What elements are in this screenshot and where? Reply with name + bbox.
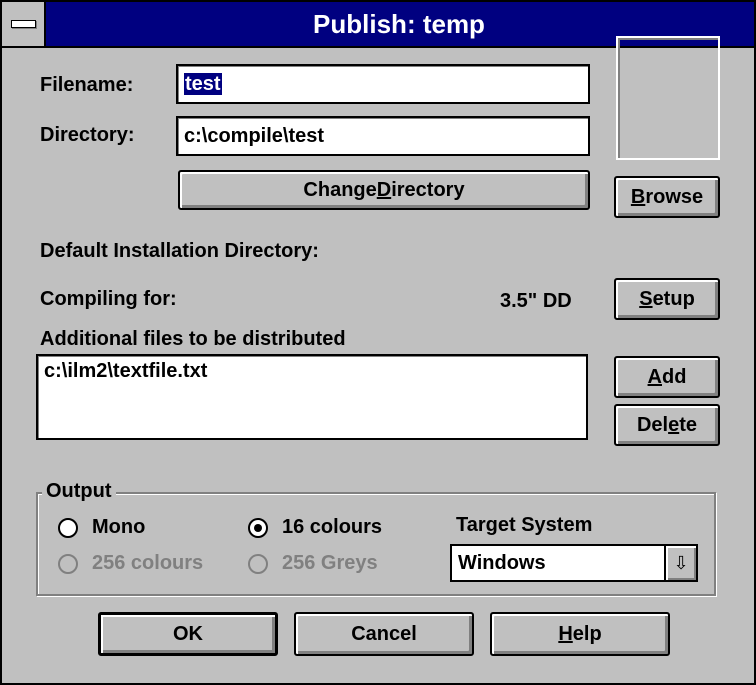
mono-radio[interactable]	[58, 518, 78, 538]
directory-label: Directory:	[40, 124, 135, 146]
change-directory-button[interactable]: Change Directory	[178, 170, 590, 210]
radio-selected-dot	[254, 524, 262, 532]
delete-label: Delete	[636, 414, 698, 436]
dropdown-arrow-icon[interactable]: ⇩	[664, 546, 696, 580]
target-system-value: Windows	[458, 552, 546, 574]
system-menu-button[interactable]	[2, 2, 46, 46]
cancel-button[interactable]: Cancel	[294, 612, 474, 656]
ok-button[interactable]: OK	[98, 612, 278, 656]
publish-dialog: Publish: temp Filename: test Directory: …	[0, 0, 756, 685]
add-button[interactable]: Add	[614, 356, 720, 398]
setup-label: Setup	[639, 288, 695, 310]
setup-button[interactable]: Setup	[614, 278, 720, 320]
directory-field[interactable]: c:\compile\test	[176, 116, 590, 156]
preview-box	[616, 36, 720, 160]
colours16-label[interactable]: 16 colours	[282, 516, 382, 539]
target-system-select[interactable]: Windows ⇩	[450, 544, 698, 582]
list-item[interactable]: c:\ilm2\textfile.txt	[44, 360, 207, 383]
change-directory-label: Change Directory	[303, 179, 465, 201]
mono-label[interactable]: Mono	[92, 516, 145, 539]
colours16-radio[interactable]	[248, 518, 268, 538]
delete-button[interactable]: Delete	[614, 404, 720, 446]
filename-value: test	[184, 73, 222, 95]
directory-value: c:\compile\test	[184, 125, 325, 147]
target-system-label: Target System	[456, 514, 593, 536]
help-label: Help	[558, 623, 602, 645]
browse-button[interactable]: Browse	[614, 176, 720, 218]
colours256-radio	[58, 554, 78, 574]
greys256-label: 256 Greys	[282, 552, 378, 574]
help-button[interactable]: Help	[490, 612, 670, 656]
colours256-label: 256 colours	[92, 552, 204, 574]
cancel-label: Cancel	[351, 623, 417, 645]
add-label: Add	[647, 366, 687, 388]
system-menu-icon	[11, 20, 36, 28]
output-group-title: Output	[42, 480, 116, 503]
greys256-radio	[248, 554, 268, 574]
ok-label: OK	[173, 623, 203, 645]
filename-label: Filename:	[40, 74, 134, 96]
compiling-for-label: Compiling for:	[40, 288, 177, 310]
browse-label: Browse	[630, 186, 704, 208]
filename-field[interactable]: test	[176, 64, 590, 104]
files-listbox[interactable]: c:\ilm2\textfile.txt	[36, 354, 588, 440]
additional-files-label: Additional files to be distributed	[40, 328, 346, 350]
default-install-dir-label: Default Installation Directory:	[40, 240, 319, 262]
compiling-for-value: 3.5" DD	[500, 290, 572, 312]
